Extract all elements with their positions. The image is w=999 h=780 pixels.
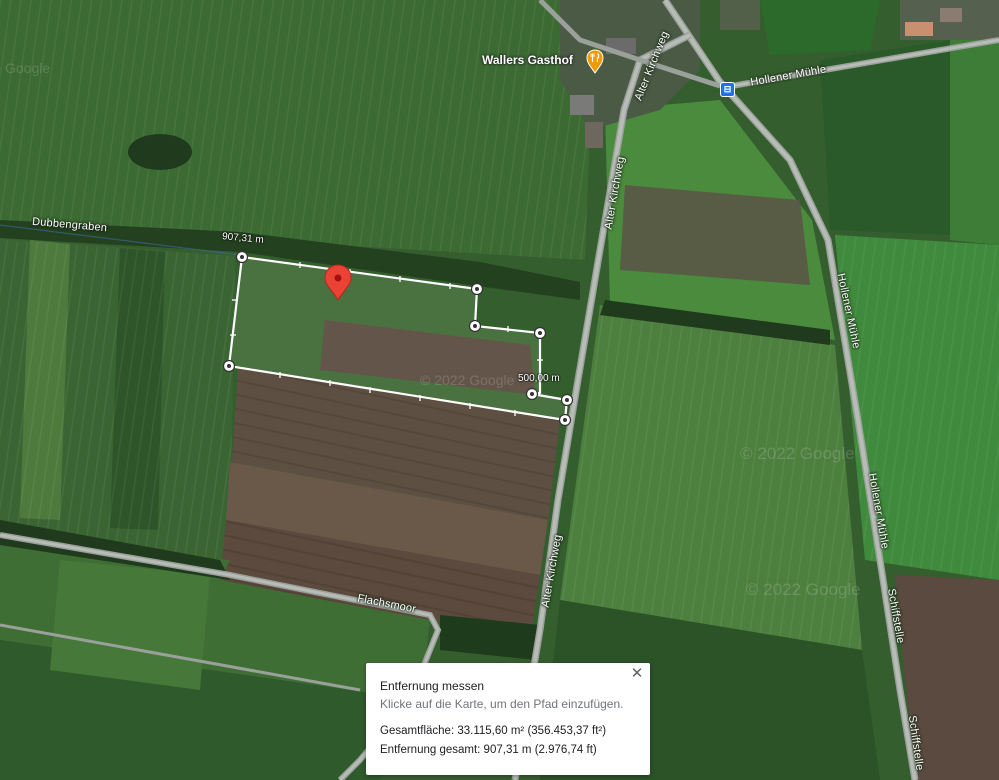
panel-title: Entfernung messen (380, 679, 485, 693)
copyright-watermark: © 2022 Google (740, 444, 855, 463)
poi-label[interactable]: Wallers Gasthof (482, 53, 573, 67)
measure-distance-panel: Entfernung messen Klicke auf die Karte, … (366, 663, 650, 775)
copyright-watermark: © 2022 Google (746, 580, 861, 599)
close-icon[interactable]: ✕ (628, 665, 646, 683)
segment-distance-label: 500,00 m (518, 373, 560, 384)
map-view[interactable]: © 2022 Google © 2022 Google © 2022 Googl… (0, 0, 999, 780)
restaurant-icon[interactable] (585, 48, 605, 74)
copyright-watermark: © 2022 Google (420, 372, 515, 388)
bus-stop-icon[interactable]: ⊟ (720, 82, 735, 97)
total-area: Gesamtfläche: 33.115,60 m² (356.453,37 f… (380, 725, 607, 737)
total-distance: Entfernung gesamt: 907,31 m (2.976,74 ft… (380, 744, 597, 756)
panel-hint: Klicke auf die Karte, um den Pfad einzuf… (380, 697, 624, 711)
google-watermark: Google (5, 60, 51, 76)
